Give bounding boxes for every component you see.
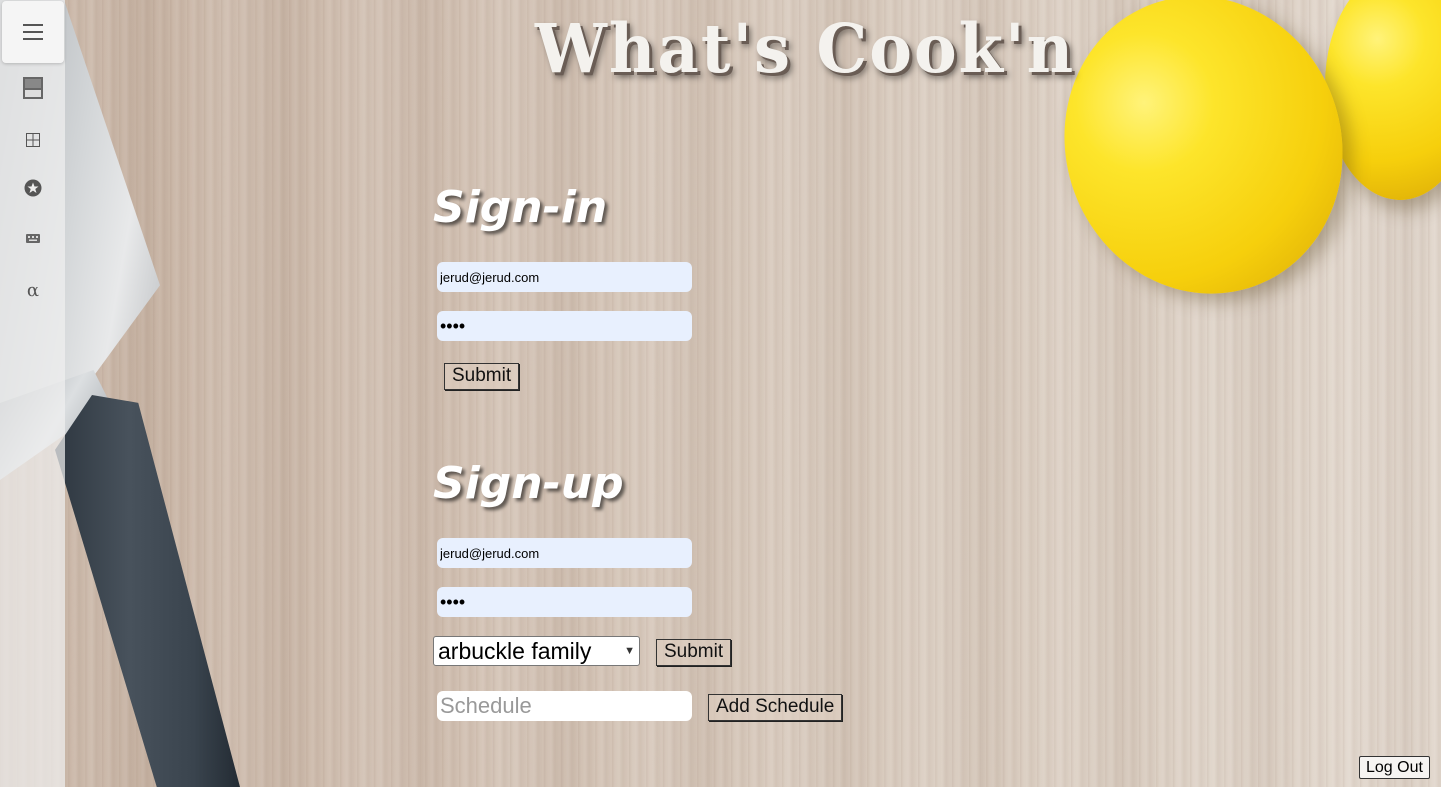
signup-password-field[interactable] (437, 587, 692, 617)
signin-password-field[interactable] (437, 311, 692, 341)
signup-email-field[interactable] (437, 538, 692, 568)
family-select-value: arbuckle family (438, 637, 592, 664)
menu-icon[interactable] (2, 1, 64, 63)
signin-email-field[interactable] (437, 262, 692, 292)
logout-button[interactable]: Log Out (1359, 756, 1430, 779)
grid-icon[interactable] (18, 128, 48, 152)
save-icon[interactable] (18, 76, 48, 100)
add-schedule-button[interactable]: Add Schedule (708, 694, 843, 721)
signup-heading: Sign-up (433, 458, 624, 509)
knife-handle-decoration (55, 395, 240, 787)
family-select[interactable]: arbuckle family ▼ (433, 636, 640, 666)
keyboard-icon[interactable] (18, 226, 48, 250)
signup-submit-button[interactable]: Submit (656, 639, 732, 666)
sidebar: α (0, 0, 65, 787)
app-title: What's Cook'n (535, 10, 1076, 89)
star-icon[interactable] (18, 176, 48, 200)
alpha-icon[interactable]: α (18, 278, 48, 302)
chevron-down-icon: ▼ (624, 645, 635, 657)
schedule-input[interactable] (437, 691, 692, 721)
signin-heading: Sign-in (433, 182, 608, 233)
signin-submit-button[interactable]: Submit (444, 363, 520, 390)
lemon-decoration (1325, 0, 1441, 200)
